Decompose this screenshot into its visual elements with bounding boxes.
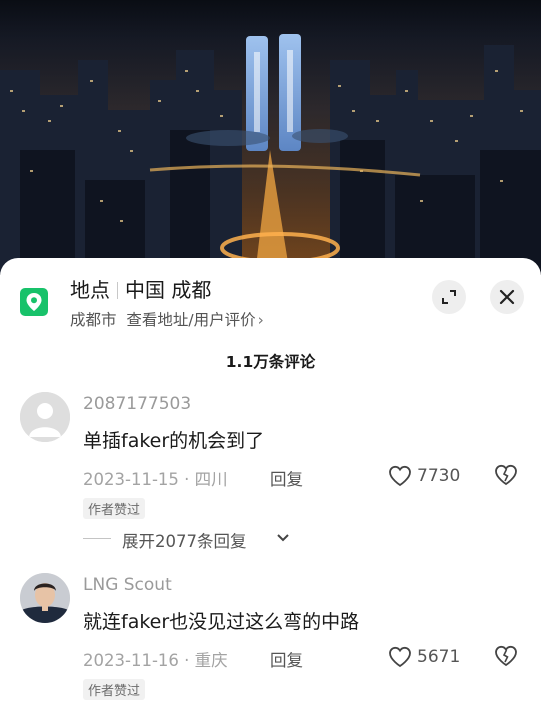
comment-username[interactable]: 2087177503 — [83, 394, 191, 414]
comment-text: 单插faker的机会到了 — [83, 430, 265, 452]
like-count: 5671 — [417, 647, 461, 667]
user-photo-avatar — [20, 573, 70, 623]
like-count: 7730 — [417, 466, 461, 486]
reply-button[interactable]: 回复 — [270, 647, 303, 671]
comments-count: 1.1万条评论 — [225, 353, 316, 371]
location-label: 地点 — [70, 278, 110, 302]
author-liked-badge: 作者赞过 — [83, 498, 146, 519]
location-city: 成都市 — [70, 311, 117, 329]
heart-icon — [389, 465, 411, 487]
expand-divider — [83, 538, 111, 539]
dislike-button[interactable] — [494, 645, 518, 671]
map-pin-glyph — [26, 293, 42, 311]
author-liked-badge: 作者赞过 — [83, 679, 146, 700]
comment-item: 2087177503 单插faker的机会到了 2023-11-15 · 四川 … — [0, 392, 541, 562]
view-address-link[interactable]: 查看地址/用户评价 — [126, 311, 255, 329]
title-divider — [117, 282, 118, 299]
city-skyline-image — [0, 0, 541, 275]
comment-date-location: 2023-11-16 · 重庆 — [83, 651, 228, 670]
avatar[interactable] — [20, 573, 70, 623]
expand-button[interactable] — [432, 280, 466, 314]
city-night-photo — [0, 0, 541, 275]
location-header[interactable]: 地点 中国 成都 成都市 查看地址/用户评价 › — [20, 274, 525, 334]
location-title: 地点 中国 成都 — [70, 274, 211, 303]
broken-heart-icon — [495, 464, 517, 486]
comment-item: LNG Scout 就连faker也没见过这么弯的中路 2023-11-16 ·… — [0, 573, 541, 701]
comment-text: 就连faker也没见过这么弯的中路 — [83, 611, 360, 633]
comment-date-location: 2023-11-15 · 四川 — [83, 470, 228, 489]
close-icon — [499, 289, 515, 305]
avatar[interactable] — [20, 392, 70, 442]
location-subtitle: 成都市 查看地址/用户评价 › — [70, 308, 264, 330]
location-place: 中国 成都 — [125, 278, 212, 302]
close-button[interactable] — [490, 280, 524, 314]
expand-replies-label: 展开2077条回复 — [122, 532, 247, 551]
dislike-button[interactable] — [494, 464, 518, 490]
map-pin-icon — [20, 288, 48, 316]
broken-heart-icon — [495, 645, 517, 667]
expand-icon — [442, 290, 456, 304]
chevron-right-icon: › — [257, 311, 264, 329]
default-avatar-icon — [20, 392, 70, 442]
comments-sheet: 地点 中国 成都 成都市 查看地址/用户评价 › 1.1万条评论 208717750… — [0, 258, 541, 701]
heart-icon — [389, 646, 411, 668]
comment-username[interactable]: LNG Scout — [83, 575, 172, 595]
reply-button[interactable]: 回复 — [270, 466, 303, 490]
chevron-down-icon — [277, 534, 289, 542]
